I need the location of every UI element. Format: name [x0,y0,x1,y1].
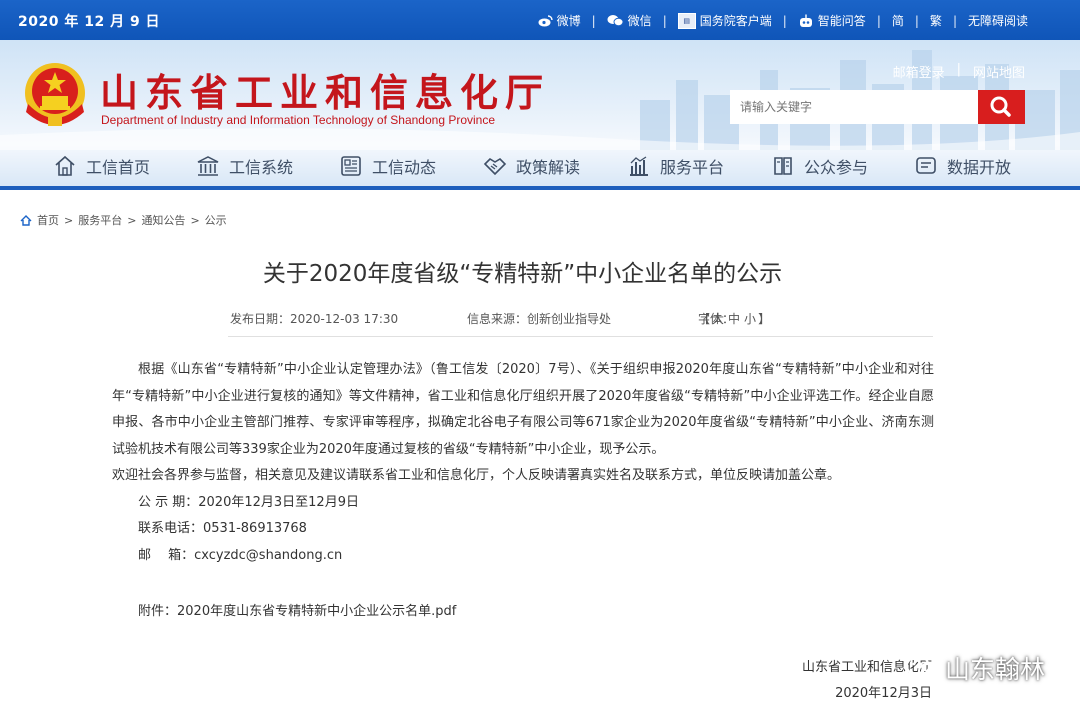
robot-icon [799,14,812,27]
meta-divider [228,336,933,337]
article-title: 关于2020年度省级“专精特新”中小企业名单的公示 [262,261,783,287]
divider: | [914,13,919,28]
simplified-link[interactable]: 简 [892,12,904,29]
attachment-link[interactable]: 附件：2020年度山东省专精特新中小企业公示名单.pdf [138,600,456,619]
building-icon [197,156,219,176]
weibo-label: 微博 [556,14,581,28]
publish-date: 发布日期：2020-12-03 17:30 [230,312,399,326]
watermark: 山东翰林 [905,650,1045,686]
nav-item-home[interactable]: 工信首页 [53,148,150,184]
article-body: 根据《山东省“专精特新”中小企业认定管理办法》（鲁工信发〔2020〕7号）、《关… [112,357,934,569]
nav-item-policy[interactable]: 政策解读 [483,148,580,184]
font-small-button[interactable]: 小 [744,312,756,326]
article-meta: 发布日期：2020-12-03 17:30 信息来源：创新创业指导处 字体： 【… [230,310,930,330]
nav-item-service[interactable]: 服务平台 [627,148,724,184]
site-title: 山东省工业和信息化厅 [100,70,551,115]
divider: | [662,13,667,28]
service-platform-icon [630,156,648,176]
contact-email: 邮 箱：cxcyzdc@shandong.cn [138,547,343,563]
publicity-period: 公 示 期：2020年12月3日至12月9日 [138,494,359,510]
news-icon [341,156,361,176]
wechat-icon [906,656,938,679]
font-size-label: 字体： [698,312,735,326]
breadcrumb-sep: > [127,213,137,227]
search-input[interactable] [730,90,978,124]
search-icon [990,96,1011,117]
top-links: 微博 | 微信 | ▤ 国务院客户端 | 智能问答 | 简 | 繁 | 无障碍阅… [538,12,1028,29]
breadcrumb-notice[interactable]: 通知公告 [141,212,185,228]
info-source: 信息来源：创新创业指导处 [467,312,612,326]
nav-item-news[interactable]: 工信动态 [339,148,436,184]
nav-item-label: 服务平台 [660,158,725,177]
nav-item-label: 工信系统 [229,158,294,177]
article-paragraph: 欢迎社会各界参与监督，相关意见及建议请联系省工业和信息化厅，个人反映请署真实姓名… [112,468,841,483]
breadcrumb-current[interactable]: 公示 [205,212,227,228]
national-emblem-icon [25,63,85,126]
font-size-control: 字体： 【大中小】 [698,312,771,326]
search-button[interactable] [978,90,1025,124]
state-council-app-label: 国务院客户端 [699,14,772,28]
search-box [730,90,1025,124]
nav-item-label: 政策解读 [516,158,581,177]
nav-item-label: 数据开放 [947,158,1012,177]
wechat-link[interactable]: 微信 [607,12,652,29]
breadcrumb-home[interactable]: 首页 [37,212,59,228]
header-divider [0,186,1080,190]
state-council-app-icon: ▤ [677,12,696,29]
divider: | [952,13,957,28]
smart-qa-label: 智能问答 [817,14,866,28]
article-paragraph: 根据《山东省“专精特新”中小企业认定管理办法》（鲁工信发〔2020〕7号）、《关… [112,362,934,457]
state-council-app-link[interactable]: ▤ 国务院客户端 [677,12,772,29]
divider: | [782,13,787,28]
handshake-icon [483,157,507,176]
home-icon [55,155,75,176]
data-open-icon [916,157,936,174]
smart-qa-link[interactable]: 智能问答 [798,12,866,29]
breadcrumb-service[interactable]: 服务平台 [78,212,122,228]
header-links: 邮箱登录 | 网站地图 [893,62,1025,81]
main-nav: 工信首页 工信系统 工信动态 政策解读 服务平台 公众参与 数据开放 [0,148,1080,188]
nav-item-system[interactable]: 工信系统 [196,148,293,184]
breadcrumb-sep: > [64,213,74,227]
contact-phone: 联系电话：0531-86913768 [138,521,307,536]
nav-item-label: 工信动态 [372,158,437,177]
breadcrumb-sep: > [190,213,200,227]
watermark-text: 山东翰林 [945,655,1046,684]
wechat-icon [607,15,624,27]
divider: | [876,13,881,28]
weibo-link[interactable]: 微博 [538,12,581,29]
weibo-icon [538,14,553,26]
traditional-link[interactable]: 繁 [930,12,942,29]
nav-item-label: 公众参与 [804,158,869,177]
home-icon [20,214,32,226]
divider: | [956,62,961,77]
site-subtitle: Department of Industry and Information T… [101,113,496,127]
nav-item-label: 工信首页 [86,158,151,177]
nav-item-data[interactable]: 数据开放 [914,148,1011,184]
accessibility-link[interactable]: 无障碍阅读 [968,12,1028,29]
top-bar: 2020 年 12 月 9 日 微博 | 微信 | ▤ 国务院客户端 | 智能问… [0,0,1080,40]
divider: | [591,13,596,28]
wechat-label: 微信 [627,14,652,28]
nav-item-public[interactable]: 公众参与 [771,148,868,184]
site-map-link[interactable]: 网站地图 [973,62,1025,81]
site-header: 山东省工业和信息化厅 Department of Industry and In… [0,40,1080,190]
current-date: 2020 年 12 月 9 日 [18,14,161,30]
breadcrumb: 首页 > 服务平台 > 通知公告 > 公示 [20,212,227,228]
mail-login-link[interactable]: 邮箱登录 [893,62,945,81]
book-icon [774,157,792,175]
